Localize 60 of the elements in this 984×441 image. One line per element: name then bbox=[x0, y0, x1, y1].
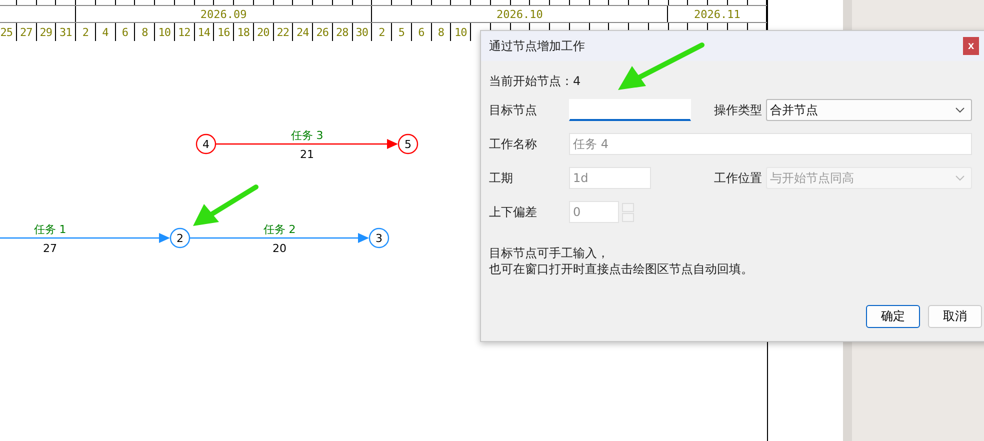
field-label: 工作位置 bbox=[714, 170, 763, 186]
day-label: 27 bbox=[20, 26, 32, 38]
chevron-icon bbox=[955, 175, 965, 181]
close-button[interactable]: x bbox=[963, 37, 979, 55]
hint-text: 目标节点可手工输入， 也可在窗口打开时直接点击绘图区节点自动回填。 bbox=[489, 245, 754, 277]
day-label: 18 bbox=[237, 26, 250, 38]
task-name: 任务 3 bbox=[290, 129, 324, 142]
day-label: 31 bbox=[60, 26, 72, 38]
node-number: 2 bbox=[176, 232, 184, 245]
field-label: 操作类型 bbox=[714, 102, 763, 118]
day-label: 8 bbox=[438, 26, 444, 38]
field-label: 目标节点 bbox=[489, 102, 538, 118]
day-label: 24 bbox=[296, 26, 309, 38]
input-field[interactable]: 1d bbox=[569, 167, 651, 189]
node-number: 3 bbox=[376, 232, 382, 245]
current-node-text: 当前开始节点：4 bbox=[489, 73, 582, 90]
day-label: 28 bbox=[336, 26, 348, 38]
month-label: 2026.09 bbox=[200, 8, 247, 20]
field-label: 工作名称 bbox=[489, 136, 538, 152]
day-label: 16 bbox=[218, 26, 230, 38]
day-label: 10 bbox=[454, 26, 467, 38]
day-label: 26 bbox=[316, 26, 328, 38]
day-label: 20 bbox=[257, 26, 270, 38]
month-label: 2026.11 bbox=[694, 8, 740, 20]
node-circle[interactable] bbox=[196, 134, 216, 154]
dialog-title: 通过节点增加工作 bbox=[488, 38, 585, 54]
day-label: 2 bbox=[82, 26, 88, 38]
task-duration: 20 bbox=[272, 242, 286, 255]
task-duration: 27 bbox=[43, 242, 57, 255]
day-label: 30 bbox=[356, 26, 368, 38]
pointer-arrow bbox=[190, 184, 260, 229]
node-circle[interactable] bbox=[170, 228, 190, 248]
node-circle[interactable] bbox=[398, 134, 418, 154]
day-label: 5 bbox=[398, 26, 404, 38]
task-name: 任务 1 bbox=[34, 223, 66, 236]
day-label: 6 bbox=[418, 26, 424, 38]
task-duration: 21 bbox=[300, 148, 314, 161]
day-label: 4 bbox=[102, 26, 108, 38]
day-label: 29 bbox=[40, 26, 52, 38]
day-label: 8 bbox=[142, 26, 148, 38]
chevron-icon bbox=[955, 107, 965, 113]
field-label: 工期 bbox=[489, 170, 514, 186]
cancel-button[interactable]: 取消 bbox=[928, 305, 982, 328]
node-circle[interactable] bbox=[368, 228, 390, 248]
node-number: 5 bbox=[404, 138, 412, 151]
number-field[interactable]: 0 bbox=[569, 201, 619, 223]
task-name: 任务 2 bbox=[263, 223, 296, 236]
node-number: 4 bbox=[202, 138, 210, 151]
field-label: 上下偏差 bbox=[489, 204, 538, 220]
input-field[interactable]: 任务 4 bbox=[569, 133, 972, 155]
day-label: 2 bbox=[378, 26, 385, 38]
day-label: 10 bbox=[158, 26, 170, 38]
day-label: 14 bbox=[198, 26, 210, 38]
ok-button[interactable]: 确定 bbox=[866, 305, 920, 328]
day-label: 25 bbox=[0, 26, 12, 38]
dropdown[interactable]: 合并节点 bbox=[766, 99, 972, 121]
month-label: 2026.10 bbox=[496, 8, 543, 20]
day-label: 6 bbox=[122, 26, 128, 38]
day-label: 12 bbox=[178, 26, 190, 38]
day-label: 22 bbox=[276, 26, 289, 38]
